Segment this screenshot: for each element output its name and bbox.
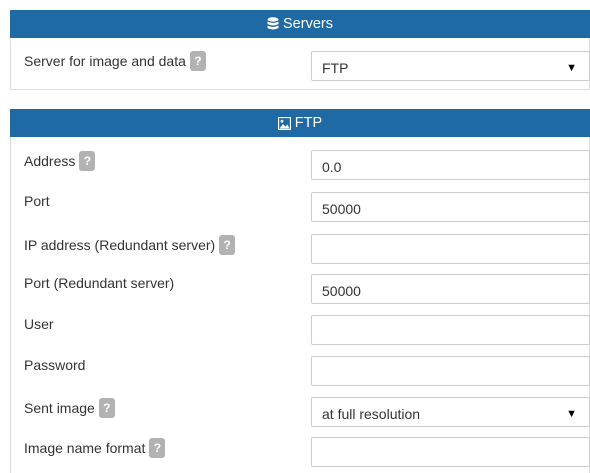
port-label: Port xyxy=(24,193,50,209)
help-icon[interactable]: ? xyxy=(98,398,115,418)
server-select-value: FTP xyxy=(322,60,349,76)
password-label: Password xyxy=(24,357,86,373)
ftp-panel-title: FTP xyxy=(294,115,323,131)
servers-panel-body: Server for image and data ? FTP ▼ xyxy=(10,38,590,90)
user-input[interactable] xyxy=(311,315,590,345)
port-redundant-label: Port (Redundant server) xyxy=(24,275,175,291)
ip-redundant-input[interactable] xyxy=(311,234,590,264)
ftp-panel-body: Address ? 0.0 Port 50000 IP address (Red… xyxy=(10,137,590,473)
port-input[interactable]: 50000 xyxy=(311,192,590,222)
sent-image-label: Sent image ? xyxy=(24,398,115,418)
server-row: Server for image and data ? FTP ▼ xyxy=(11,38,590,90)
server-select[interactable]: FTP ▼ xyxy=(311,51,590,81)
address-input[interactable]: 0.0 xyxy=(311,150,590,180)
help-icon[interactable]: ? xyxy=(149,438,166,458)
servers-panel-title: Servers xyxy=(283,16,333,32)
chevron-down-icon: ▼ xyxy=(566,62,577,74)
servers-panel-header: Servers xyxy=(10,10,590,38)
port-redundant-input[interactable]: 50000 xyxy=(311,274,590,304)
chevron-down-icon: ▼ xyxy=(566,408,577,420)
database-icon xyxy=(267,17,279,31)
image-name-format-label: Image name format ? xyxy=(24,438,166,458)
help-icon[interactable]: ? xyxy=(219,235,236,255)
server-label: Server for image and data ? xyxy=(24,51,206,71)
address-label: Address ? xyxy=(24,151,96,171)
sent-image-select-value: at full resolution xyxy=(322,406,421,422)
password-input[interactable] xyxy=(311,356,590,386)
help-icon[interactable]: ? xyxy=(79,151,96,171)
ftp-panel-header: FTP xyxy=(10,109,590,137)
ip-redundant-label: IP address (Redundant server) ? xyxy=(24,235,236,255)
user-label: User xyxy=(24,316,54,332)
image-name-format-input[interactable] xyxy=(311,437,590,467)
image-icon xyxy=(277,116,291,130)
help-icon[interactable]: ? xyxy=(189,51,206,71)
sent-image-select[interactable]: at full resolution ▼ xyxy=(311,397,590,427)
